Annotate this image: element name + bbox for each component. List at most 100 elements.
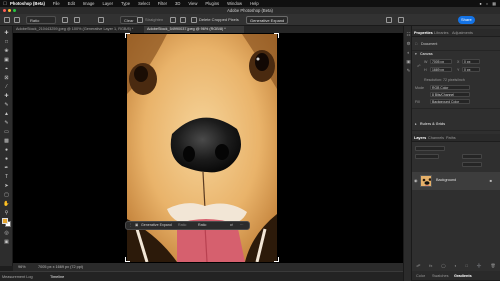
layer-filter-dropdown[interactable] <box>415 146 445 151</box>
crop-handle-top-left[interactable] <box>125 33 130 38</box>
opacity-field[interactable] <box>462 154 482 159</box>
lasso-tool-icon[interactable]: ❀ <box>3 48 10 54</box>
control-center-icon[interactable]: ▦ <box>492 1 496 6</box>
menu-plugins[interactable]: Plugins <box>205 1 219 6</box>
tab-paths[interactable]: Paths <box>446 134 456 142</box>
depth-dropdown[interactable]: 8 Bits/Channel <box>430 92 470 97</box>
blur-tool-icon[interactable]: ● <box>3 147 10 153</box>
overlay-grid-icon[interactable] <box>170 17 176 23</box>
tab-adjustments[interactable]: Adjustments <box>452 29 473 37</box>
zoom-level[interactable]: 96% <box>18 263 26 271</box>
swap-icon[interactable]: ⇄ <box>230 222 233 229</box>
share-button[interactable]: Share <box>458 16 475 24</box>
eraser-tool-icon[interactable]: ▭ <box>3 129 10 135</box>
path-select-tool-icon[interactable]: ➤ <box>3 183 10 189</box>
fx-icon[interactable]: fx <box>429 263 432 270</box>
document-tab-1[interactable]: AdobeStock_210443259.jpeg @ 100% (Genera… <box>13 26 143 33</box>
tab-libraries[interactable]: Libraries <box>434 29 449 37</box>
crop-handle-bottom-right[interactable] <box>274 257 279 262</box>
home-icon[interactable] <box>4 17 10 23</box>
ratio-dropdown[interactable]: Ratio <box>26 16 56 24</box>
blend-mode-dropdown[interactable] <box>415 154 439 159</box>
crop-tool-icon[interactable]: ⌖ <box>3 66 10 72</box>
menu-window[interactable]: Window <box>227 1 242 6</box>
history-brush-tool-icon[interactable]: ✎ <box>3 120 10 126</box>
link-dimensions-icon[interactable]: ☍ <box>417 64 421 68</box>
tab-timeline[interactable]: Timeline <box>50 273 64 281</box>
fill-dropdown[interactable]: Background Color <box>430 99 470 104</box>
swap-icon[interactable] <box>62 17 68 23</box>
visibility-eye-icon[interactable]: ◉ <box>414 178 418 183</box>
straighten-icon[interactable] <box>137 17 143 23</box>
lock-icon[interactable]: ■ <box>490 178 492 183</box>
search-icon[interactable]: ○ <box>486 1 488 6</box>
healing-brush-tool-icon[interactable]: ✚ <box>3 93 10 99</box>
tab-measurement-log[interactable]: Measurement Log <box>2 273 33 281</box>
tab-properties[interactable]: Properties <box>414 29 433 37</box>
stamp-tool-icon[interactable]: ▲ <box>3 111 10 117</box>
ratio-width-field[interactable] <box>74 17 80 23</box>
gradient-tool-icon[interactable]: ▩ <box>3 138 10 144</box>
new-layer-icon[interactable]: ➕ <box>477 263 482 270</box>
tab-channels[interactable]: Channels <box>428 134 444 142</box>
tab-swatches[interactable]: Swatches <box>432 271 448 281</box>
settings-gear-icon[interactable] <box>180 17 186 23</box>
zoom-tool-icon[interactable]: ⚲ <box>3 210 10 216</box>
libraries-icon[interactable]: ▣ <box>406 59 411 64</box>
canvas-section-chevron-icon[interactable]: ▾ <box>415 52 417 56</box>
eyedropper-tool-icon[interactable]: ⁄ <box>3 84 10 90</box>
drag-handle-icon[interactable]: ⋮ <box>129 222 133 229</box>
marquee-tool-icon[interactable]: □ <box>3 39 10 45</box>
menu-file[interactable]: File <box>53 1 60 6</box>
menu-app[interactable]: Photoshop (Beta) <box>10 1 45 6</box>
menu-view[interactable]: View <box>188 1 197 6</box>
link-layers-icon[interactable]: ☍ <box>416 263 420 270</box>
generative-expand-button[interactable]: Generative Expand <box>141 222 172 229</box>
menu-type[interactable]: Type <box>121 1 130 6</box>
canvas-section-title[interactable]: Canvas <box>420 52 433 56</box>
menu-layer[interactable]: Layer <box>103 1 113 6</box>
rulers-grids-section[interactable]: Rulers & Grids <box>420 122 445 126</box>
clear-button[interactable]: Clear <box>120 16 138 24</box>
document-tab-2[interactable]: AdobeStock_54990037.jpeg @ 96% (RGB/8) * <box>144 26 244 33</box>
pen-tool-icon[interactable]: ✒ <box>3 165 10 171</box>
workspace-icon[interactable] <box>398 17 404 23</box>
menu-image[interactable]: Image <box>83 1 95 6</box>
dodge-tool-icon[interactable]: ● <box>3 156 10 162</box>
crop-handle-top-right[interactable] <box>274 33 279 38</box>
width-field[interactable]: 7005 px <box>430 59 452 64</box>
menu-select[interactable]: Select <box>138 1 150 6</box>
move-tool-icon[interactable]: ✚ <box>3 30 10 36</box>
apple-icon[interactable]:  <box>0 1 10 7</box>
rulers-chevron-icon[interactable]: ▸ <box>415 122 417 126</box>
delete-cropped-checkbox[interactable] <box>191 17 197 23</box>
menu-filter[interactable]: Filter <box>158 1 167 6</box>
search-icon[interactable] <box>386 17 392 23</box>
brushes-icon[interactable]: ✎ <box>406 68 411 73</box>
history-icon[interactable]: ☷ <box>406 32 411 37</box>
crop-handle-bottom-left[interactable] <box>125 257 130 262</box>
zoom-window-icon[interactable] <box>13 9 16 12</box>
wifi-icon[interactable]: ● <box>479 1 481 6</box>
quick-mask-icon[interactable]: ◎ <box>3 230 10 236</box>
adjustments-icon[interactable]: ◐ <box>406 50 411 55</box>
ratio-height-field[interactable] <box>98 17 104 23</box>
new-group-icon[interactable]: □ <box>466 263 468 270</box>
more-options-icon[interactable]: ⋯ <box>240 222 244 229</box>
x-field[interactable]: 0 px <box>462 59 480 64</box>
layer-row-background[interactable]: ◉ Background ■ <box>412 172 500 190</box>
height-field[interactable]: 1669 px <box>430 67 452 72</box>
straighten-label[interactable]: Straighten <box>145 16 163 24</box>
menu-help[interactable]: Help <box>250 1 259 6</box>
adjustment-layer-icon[interactable]: ◐ <box>454 263 456 270</box>
type-tool-icon[interactable]: T <box>3 174 10 180</box>
y-field[interactable]: 0 px <box>462 67 480 72</box>
tab-gradients[interactable]: Gradients <box>454 271 472 281</box>
layer-name[interactable]: Background <box>436 178 456 182</box>
screen-mode-icon[interactable]: ▣ <box>3 239 10 245</box>
fill-dropdown[interactable]: Generative Expand <box>246 16 289 24</box>
fill-field[interactable] <box>462 162 482 167</box>
add-mask-icon[interactable]: ◯ <box>441 263 445 270</box>
close-window-icon[interactable] <box>3 9 6 12</box>
hand-tool-icon[interactable]: ✋ <box>3 201 10 207</box>
